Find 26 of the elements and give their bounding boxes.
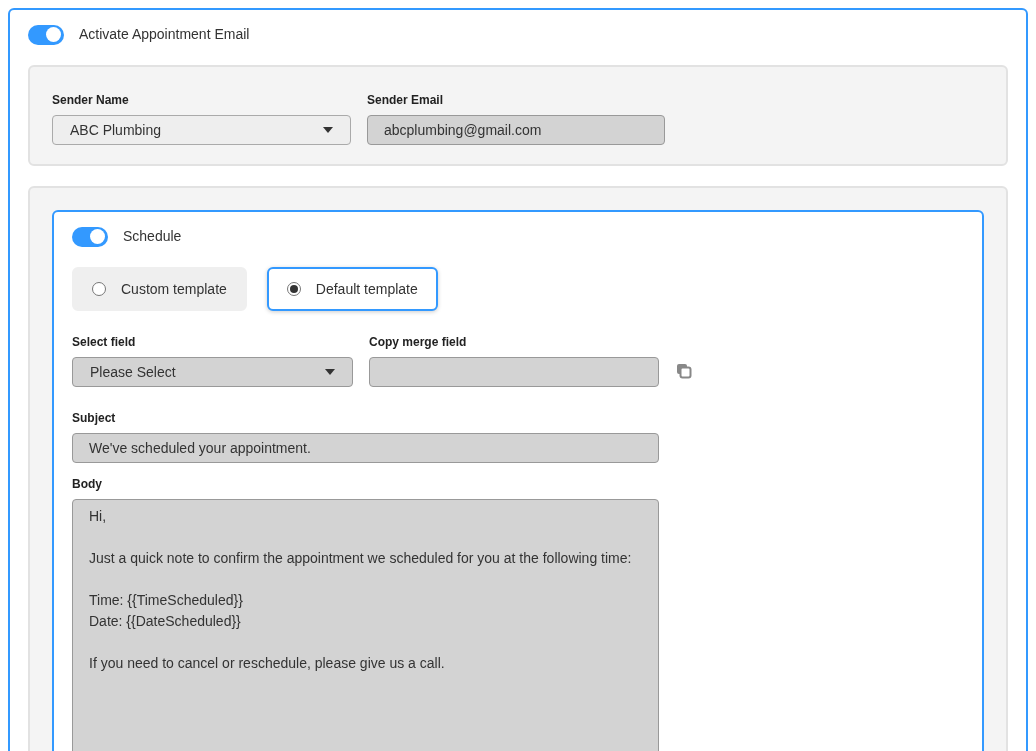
field-label: Subject	[72, 410, 117, 427]
subject-field[interactable]: We've scheduled your appointment.	[72, 433, 659, 463]
caret-icon	[325, 369, 335, 375]
field-label: Sender Email	[367, 92, 445, 109]
body-text-line: If you need to cancel or reschedule, please give us a call.	[89, 654, 445, 673]
caret-icon	[323, 127, 333, 133]
toggle-switch[interactable]	[72, 226, 108, 247]
toggle-label: Schedule	[123, 227, 182, 246]
body-field[interactable]: Hi, Just a quick note to confirm the appointment we scheduled for you at the following time: Time: {{TimeScheduled}} Date: {{DateScheduled}} If you need to cancel or reschedule, please give us a call.	[72, 499, 659, 751]
field-label: Sender Name	[52, 92, 130, 109]
body-text-line: Time: {{TimeScheduled}}	[89, 591, 243, 610]
field-label: Select field	[72, 334, 137, 351]
field-label: Body	[72, 476, 103, 493]
field-select[interactable]: Please Select	[72, 357, 353, 387]
field-label: Copy merge field	[369, 334, 468, 351]
merge-field[interactable]	[369, 357, 659, 387]
body-text-line: Just a quick note to confirm the appointment we scheduled for you at the following time:	[89, 549, 632, 568]
body-text-line: Hi,	[89, 507, 107, 526]
toggle-label: Activate Appointment Email	[79, 25, 250, 44]
copy-icon[interactable]	[676, 363, 692, 379]
body-text-line: Date: {{DateScheduled}}	[89, 612, 241, 631]
template-option[interactable]: Custom template	[72, 267, 247, 311]
sender-email-field[interactable]: abcplumbing@gmail.com	[367, 115, 665, 145]
toggle-switch[interactable]	[28, 24, 64, 45]
sender-name-select[interactable]: ABC Plumbing	[52, 115, 351, 145]
template-option[interactable]: Default template	[266, 267, 438, 311]
